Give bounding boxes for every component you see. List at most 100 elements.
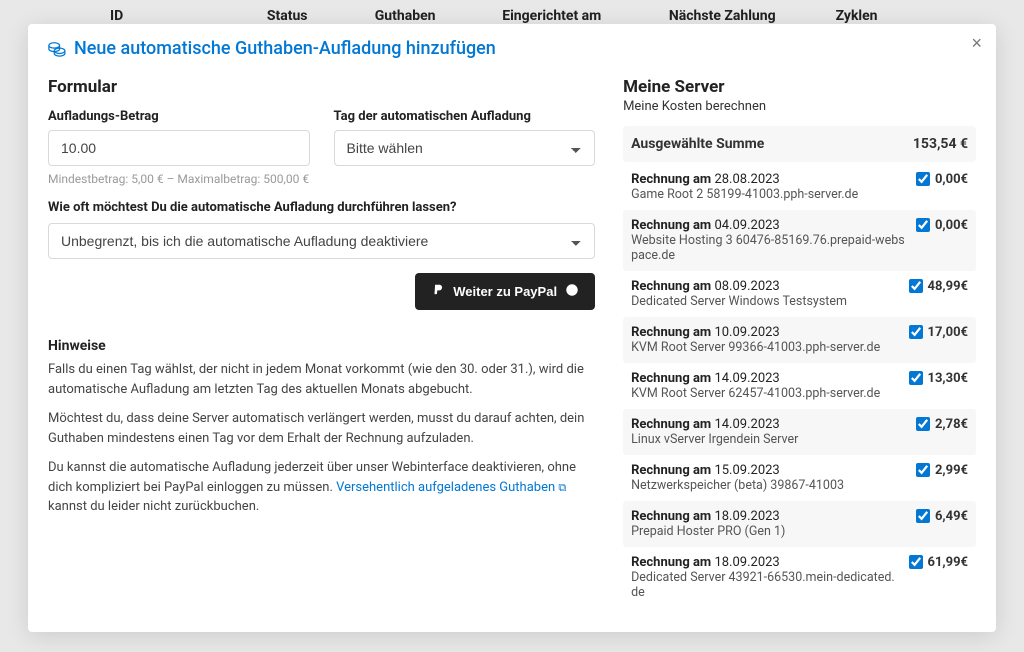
server-item-price-wrap: 6,49€	[916, 509, 968, 539]
server-bill-date: 28.08.2023	[714, 172, 779, 187]
form-column: Formular Aufladungs-Betrag Tag der autom…	[48, 65, 595, 618]
amount-input[interactable]	[48, 130, 310, 166]
server-select-checkbox[interactable]	[909, 279, 923, 293]
server-select-checkbox[interactable]	[909, 371, 923, 385]
server-item-price-wrap: 0,00€	[916, 172, 968, 202]
frequency-label: Wie oft möchtest Du die automatische Auf…	[48, 200, 595, 215]
form-row-amount-day: Aufladungs-Betrag Tag der automatischen …	[48, 109, 595, 166]
server-item-info: Rechnung am 08.09.2023Dedicated Server W…	[631, 279, 908, 309]
external-link-icon: ⧉	[558, 481, 566, 494]
server-item-info: Rechnung am 04.09.2023Website Hosting 3 …	[631, 218, 916, 263]
server-select-checkbox[interactable]	[909, 325, 923, 339]
modal-body: Formular Aufladungs-Betrag Tag der autom…	[28, 65, 996, 632]
server-billing-line: Rechnung am 15.09.2023	[631, 463, 908, 478]
server-billing-line: Rechnung am 18.09.2023	[631, 555, 900, 570]
servers-heading: Meine Server	[623, 77, 976, 97]
coins-icon	[48, 41, 66, 57]
server-bill-date: 04.09.2023	[714, 218, 779, 233]
selected-sum-row: Ausgewählte Summe 153,54 €	[623, 126, 976, 162]
server-billing-line: Rechnung am 14.09.2023	[631, 417, 908, 432]
continue-paypal-label: Weiter zu PayPal	[453, 284, 557, 299]
server-bill-date: 08.09.2023	[714, 279, 779, 294]
servers-subtitle: Meine Kosten berechnen	[623, 99, 976, 114]
server-item: Rechnung am 14.09.2023Linux vServer Irge…	[623, 409, 976, 455]
bill-prefix: Rechnung am	[631, 172, 714, 187]
server-select-checkbox[interactable]	[909, 555, 923, 569]
server-name: Dedicated Server 43921-66530.mein-dedica…	[631, 570, 900, 600]
server-item-info: Rechnung am 18.09.2023Dedicated Server 4…	[631, 555, 908, 600]
server-item: Rechnung am 08.09.2023Dedicated Server W…	[623, 271, 976, 317]
server-price: 0,00€	[935, 218, 968, 233]
amount-group: Aufladungs-Betrag	[48, 109, 310, 166]
server-price: 61,99€	[928, 555, 969, 570]
server-bill-date: 14.09.2023	[714, 417, 779, 432]
continue-paypal-button[interactable]: Weiter zu PayPal	[415, 273, 595, 310]
server-item: Rechnung am 28.08.2023Game Root 2 58199-…	[623, 164, 976, 210]
server-select-checkbox[interactable]	[916, 463, 930, 477]
server-item: Rechnung am 10.09.2023KVM Root Server 99…	[623, 317, 976, 363]
server-billing-line: Rechnung am 10.09.2023	[631, 325, 900, 340]
server-billing-line: Rechnung am 28.08.2023	[631, 172, 908, 187]
server-price: 13,30€	[928, 371, 969, 386]
server-item-info: Rechnung am 14.09.2023Linux vServer Irge…	[631, 417, 916, 447]
modal-header: Neue automatische Guthaben-Aufladung hin…	[28, 24, 996, 65]
accidental-topup-link[interactable]: Versehentlich aufgeladenes Guthaben ⧉	[336, 480, 566, 495]
bill-prefix: Rechnung am	[631, 417, 714, 432]
hints-section: Hinweise Falls du einen Tag wählst, der …	[48, 310, 595, 517]
server-bill-date: 18.09.2023	[714, 509, 779, 524]
bill-prefix: Rechnung am	[631, 509, 714, 524]
server-name: Dedicated Server Windows Testsystem	[631, 294, 900, 309]
server-billing-line: Rechnung am 18.09.2023	[631, 509, 908, 524]
selected-sum-value: 153,54 €	[913, 136, 968, 152]
server-name: Prepaid Hoster PRO (Gen 1)	[631, 524, 908, 539]
server-select-checkbox[interactable]	[916, 218, 930, 232]
server-item-info: Rechnung am 10.09.2023KVM Root Server 99…	[631, 325, 908, 355]
server-item-price-wrap: 2,99€	[916, 463, 968, 493]
server-billing-line: Rechnung am 14.09.2023	[631, 371, 900, 386]
arrow-circle-right-icon	[565, 283, 579, 300]
hints-heading: Hinweise	[48, 338, 595, 354]
server-price: 17,00€	[928, 325, 969, 340]
form-heading: Formular	[48, 77, 595, 97]
day-label: Tag der automatischen Aufladung	[334, 109, 596, 124]
server-bill-date: 18.09.2023	[714, 555, 779, 570]
server-item-price-wrap: 61,99€	[909, 555, 969, 600]
server-select-checkbox[interactable]	[916, 417, 930, 431]
hint-paragraph-3: Du kannst die automatische Aufladung jed…	[48, 458, 595, 517]
server-name: Game Root 2 58199-41003.pph-server.de	[631, 187, 908, 202]
server-item-info: Rechnung am 14.09.2023KVM Root Server 62…	[631, 371, 908, 401]
server-item-price-wrap: 2,78€	[916, 417, 968, 447]
bill-prefix: Rechnung am	[631, 218, 714, 233]
server-item: Rechnung am 18.09.2023Dedicated Server 4…	[623, 547, 976, 608]
server-item: Rechnung am 15.09.2023Netzwerkspeicher (…	[623, 455, 976, 501]
hint-p3-text-b: kannst du leider nicht zurückbuchen.	[48, 499, 259, 514]
bill-prefix: Rechnung am	[631, 463, 714, 478]
server-name: KVM Root Server 62457-41003.pph-server.d…	[631, 386, 900, 401]
server-item-price-wrap: 17,00€	[909, 325, 969, 355]
hint-paragraph-1: Falls du einen Tag wählst, der nicht in …	[48, 360, 595, 399]
server-bill-date: 10.09.2023	[714, 325, 779, 340]
day-group: Tag der automatischen Aufladung Bitte wä…	[334, 109, 596, 166]
server-bill-date: 14.09.2023	[714, 371, 779, 386]
amount-label: Aufladungs-Betrag	[48, 109, 310, 124]
paypal-icon	[431, 283, 445, 300]
frequency-select[interactable]: Unbegrenzt, bis ich die automatische Auf…	[48, 223, 595, 259]
modal-title: Neue automatische Guthaben-Aufladung hin…	[74, 38, 496, 59]
server-list: Rechnung am 28.08.2023Game Root 2 58199-…	[623, 164, 976, 608]
server-name: Linux vServer Irgendein Server	[631, 432, 908, 447]
close-button[interactable]: ×	[971, 34, 982, 52]
modal-title-wrap: Neue automatische Guthaben-Aufladung hin…	[48, 38, 496, 59]
server-select-checkbox[interactable]	[916, 509, 930, 523]
server-billing-line: Rechnung am 04.09.2023	[631, 218, 908, 233]
server-name: Website Hosting 3 60476-85169.76.prepaid…	[631, 233, 908, 263]
bill-prefix: Rechnung am	[631, 279, 714, 294]
servers-column: Meine Server Meine Kosten berechnen Ausg…	[623, 65, 976, 618]
server-item-price-wrap: 0,00€	[916, 218, 968, 263]
bill-prefix: Rechnung am	[631, 325, 714, 340]
server-item-info: Rechnung am 18.09.2023Prepaid Hoster PRO…	[631, 509, 916, 539]
day-select[interactable]: Bitte wählen	[334, 130, 596, 166]
server-item-info: Rechnung am 15.09.2023Netzwerkspeicher (…	[631, 463, 916, 493]
server-price: 0,00€	[935, 172, 968, 187]
server-select-checkbox[interactable]	[916, 172, 930, 186]
bill-prefix: Rechnung am	[631, 371, 714, 386]
